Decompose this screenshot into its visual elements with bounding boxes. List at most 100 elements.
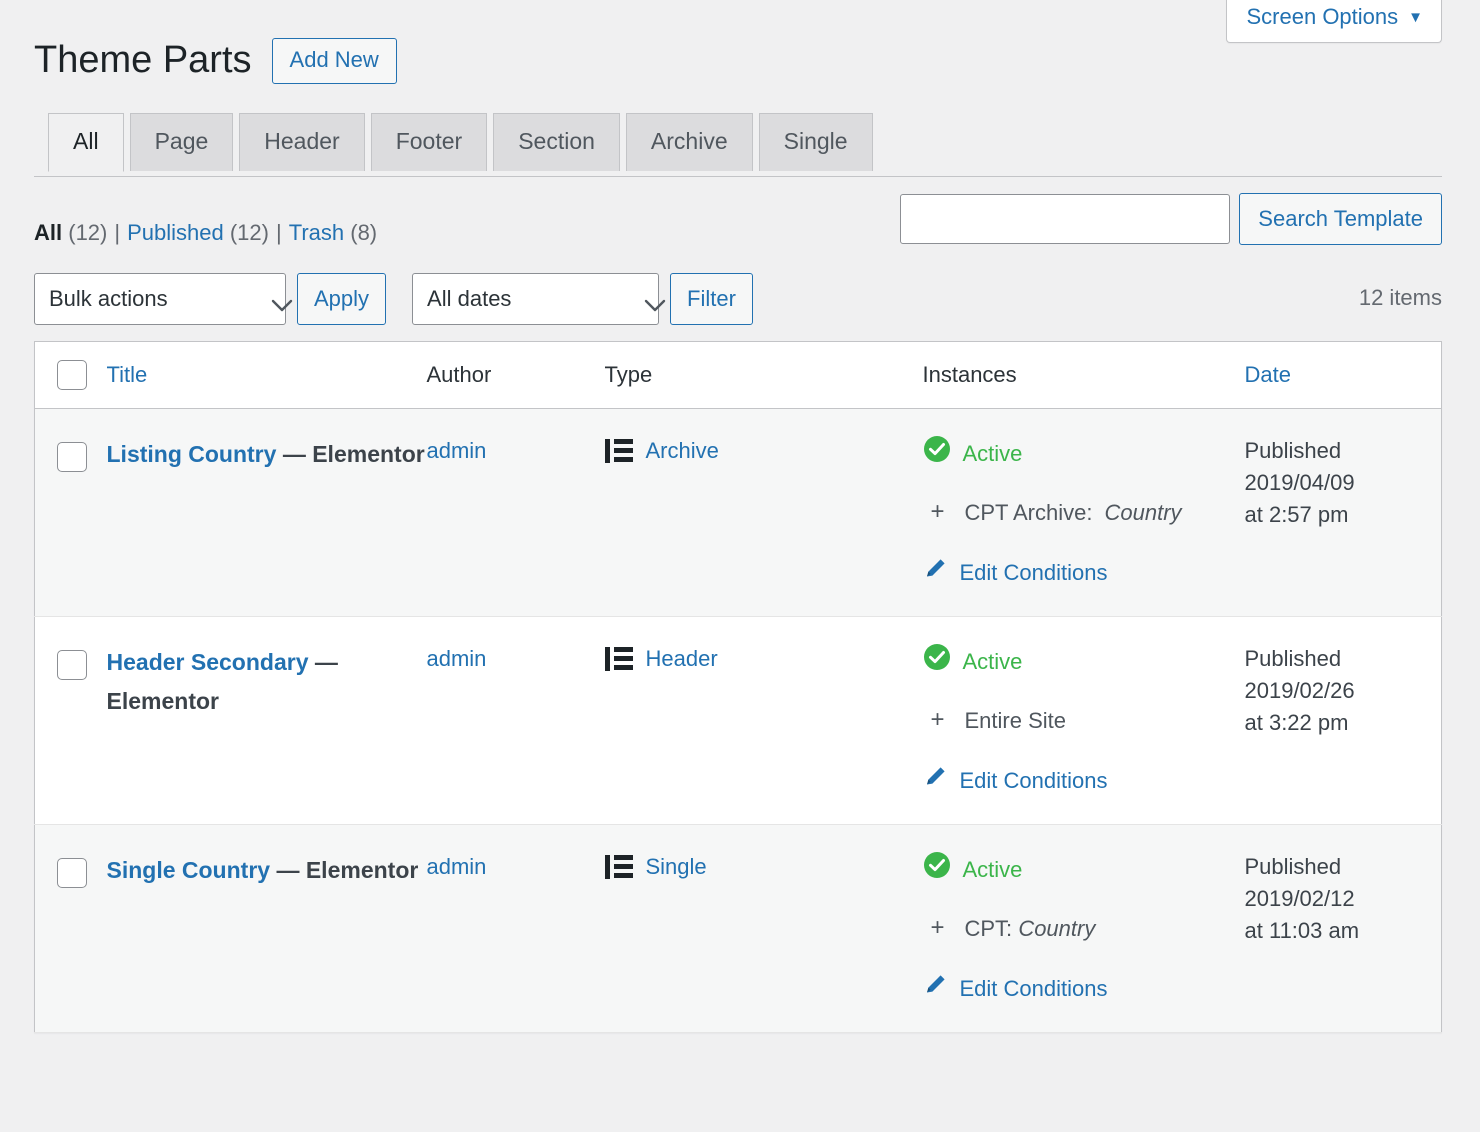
status-link-published-label[interactable]: Published <box>127 220 224 245</box>
row-author-link[interactable]: admin <box>427 854 487 879</box>
edit-conditions-link[interactable]: Edit Conditions <box>960 972 1108 1005</box>
condition-item: + Entire Site <box>931 704 1245 737</box>
column-header-date[interactable]: Date <box>1244 341 1442 410</box>
row-type-link[interactable]: Header <box>646 643 718 675</box>
table-body: Listing Country — Elementor admin Archiv… <box>34 408 1442 1033</box>
row-date-status: Published <box>1244 438 1342 464</box>
column-header-type-label: Type <box>604 362 653 388</box>
row-author-cell: admin <box>427 825 605 1033</box>
status-link-trash-label[interactable]: Trash <box>289 220 344 245</box>
status-link-trash[interactable]: Trash (8) <box>289 220 377 245</box>
bulk-actions-select[interactable]: Bulk actions <box>34 273 286 326</box>
row-title-link[interactable]: Listing Country — Elementor <box>107 441 425 467</box>
condition-key: Entire Site <box>964 708 1067 734</box>
select-all-checkbox[interactable] <box>57 360 87 391</box>
archive-list-icon <box>604 646 633 681</box>
status-label: Active <box>962 441 1023 467</box>
plus-icon: + <box>930 706 945 734</box>
edit-conditions-link[interactable]: Edit Conditions <box>960 556 1108 589</box>
date-filter-select[interactable]: All dates <box>412 273 660 326</box>
condition-key: CPT: <box>964 916 1013 942</box>
conditions-list: + CPT Archive: Country <box>923 496 1245 529</box>
status-badge: Active <box>923 643 1245 680</box>
row-checkbox[interactable] <box>57 649 87 680</box>
status-link-published[interactable]: Published (12) | <box>127 220 289 245</box>
check-circle-icon <box>923 435 951 472</box>
tab-page[interactable]: Page <box>129 113 234 171</box>
condition-item: + CPT Archive: Country <box>931 496 1245 529</box>
search-template-button[interactable]: Search Template <box>1239 193 1442 246</box>
check-circle-icon <box>923 851 951 888</box>
row-select-cell <box>35 617 107 825</box>
filter-button[interactable]: Filter <box>670 273 753 326</box>
status-link-all[interactable]: All (12) | <box>34 220 127 245</box>
theme-part-type-tabs: All Page Header Footer Section Archive Single <box>34 113 1442 178</box>
archive-list-icon <box>604 438 633 473</box>
tab-all[interactable]: All <box>48 113 124 172</box>
displaying-num: 12 items <box>1358 285 1442 311</box>
row-title-cell: Header Secondary — Elementor <box>107 617 427 825</box>
row-date-value: 2019/04/09 <box>1244 470 1355 496</box>
column-header-title[interactable]: Title <box>106 341 427 410</box>
separator-2: | <box>275 220 282 246</box>
add-new-button[interactable]: Add New <box>271 37 397 84</box>
column-header-author: Author <box>426 341 605 410</box>
row-type-link[interactable]: Archive <box>646 435 719 467</box>
row-date-cell: Published 2019/02/12 at 11:03 am <box>1245 825 1442 1033</box>
row-title-link[interactable]: Header Secondary — Elementor <box>107 649 338 714</box>
row-title-text: Header Secondary <box>106 649 315 676</box>
status-link-all-label[interactable]: All <box>34 220 62 245</box>
status-label: Active <box>962 649 1023 675</box>
row-title-cell: Listing Country — Elementor <box>107 409 427 617</box>
row-checkbox[interactable] <box>57 441 87 472</box>
row-instances-cell: Active + Entire Site Edit Conditions <box>923 617 1245 825</box>
condition-item: + CPT: Country <box>931 912 1245 945</box>
row-author-link[interactable]: admin <box>427 646 487 671</box>
edit-conditions-row[interactable]: Edit Conditions <box>923 555 1245 590</box>
row-title-suffix: — Elementor <box>282 441 425 468</box>
tab-header[interactable]: Header <box>239 113 365 171</box>
edit-conditions-row[interactable]: Edit Conditions <box>923 971 1245 1006</box>
search-input[interactable] <box>900 194 1231 245</box>
tab-archive[interactable]: Archive <box>625 113 753 171</box>
table-row: Header Secondary — Elementor admin Heade… <box>34 617 1442 825</box>
column-header-date-link[interactable]: Date <box>1245 362 1291 387</box>
row-date-cell: Published 2019/04/09 at 2:57 pm <box>1245 409 1442 617</box>
table-row: Single Country — Elementor admin Single <box>34 824 1442 1033</box>
row-date-time: at 2:57 pm <box>1244 502 1349 528</box>
row-author-link[interactable]: admin <box>427 438 487 463</box>
row-title-text: Listing Country <box>106 441 283 468</box>
row-date-status: Published <box>1244 854 1342 880</box>
plus-icon: + <box>930 498 945 526</box>
select-all-column <box>34 341 107 410</box>
tab-footer[interactable]: Footer <box>370 113 488 171</box>
tab-section[interactable]: Section <box>493 113 620 171</box>
conditions-list: + CPT: Country <box>923 912 1245 945</box>
tab-single[interactable]: Single <box>758 113 873 171</box>
check-circle-icon <box>923 643 951 680</box>
edit-conditions-row[interactable]: Edit Conditions <box>923 763 1245 798</box>
admin-page-wrap: Theme Parts Add New All Page Header Footer S… <box>0 0 1480 1034</box>
status-link-all-count: (12) <box>68 220 108 246</box>
row-title-link[interactable]: Single Country — Elementor <box>107 857 419 883</box>
row-type-cell: Header <box>604 617 923 825</box>
condition-name: Country <box>1018 916 1096 942</box>
row-date-time: at 3:22 pm <box>1244 710 1349 736</box>
row-date-status: Published <box>1244 646 1342 672</box>
edit-conditions-link[interactable]: Edit Conditions <box>960 764 1108 797</box>
apply-button[interactable]: Apply <box>297 273 387 326</box>
pencil-icon <box>923 763 949 798</box>
screen-options-button[interactable]: Screen Options ▼ <box>1225 0 1442 44</box>
status-link-trash-count: (8) <box>350 220 378 246</box>
column-header-title-link[interactable]: Title <box>107 362 148 387</box>
row-type-link[interactable]: Single <box>646 851 707 883</box>
plus-icon: + <box>930 914 945 942</box>
column-header-author-label: Author <box>426 362 492 388</box>
status-badge: Active <box>923 851 1245 888</box>
row-date-value: 2019/02/26 <box>1244 678 1355 704</box>
row-checkbox[interactable] <box>57 857 87 888</box>
column-header-type: Type <box>604 341 923 410</box>
row-select-cell <box>35 409 107 617</box>
search-box: Search Template <box>900 193 1442 246</box>
row-instances-cell: Active + CPT Archive: Country Edit Condi… <box>923 409 1245 617</box>
